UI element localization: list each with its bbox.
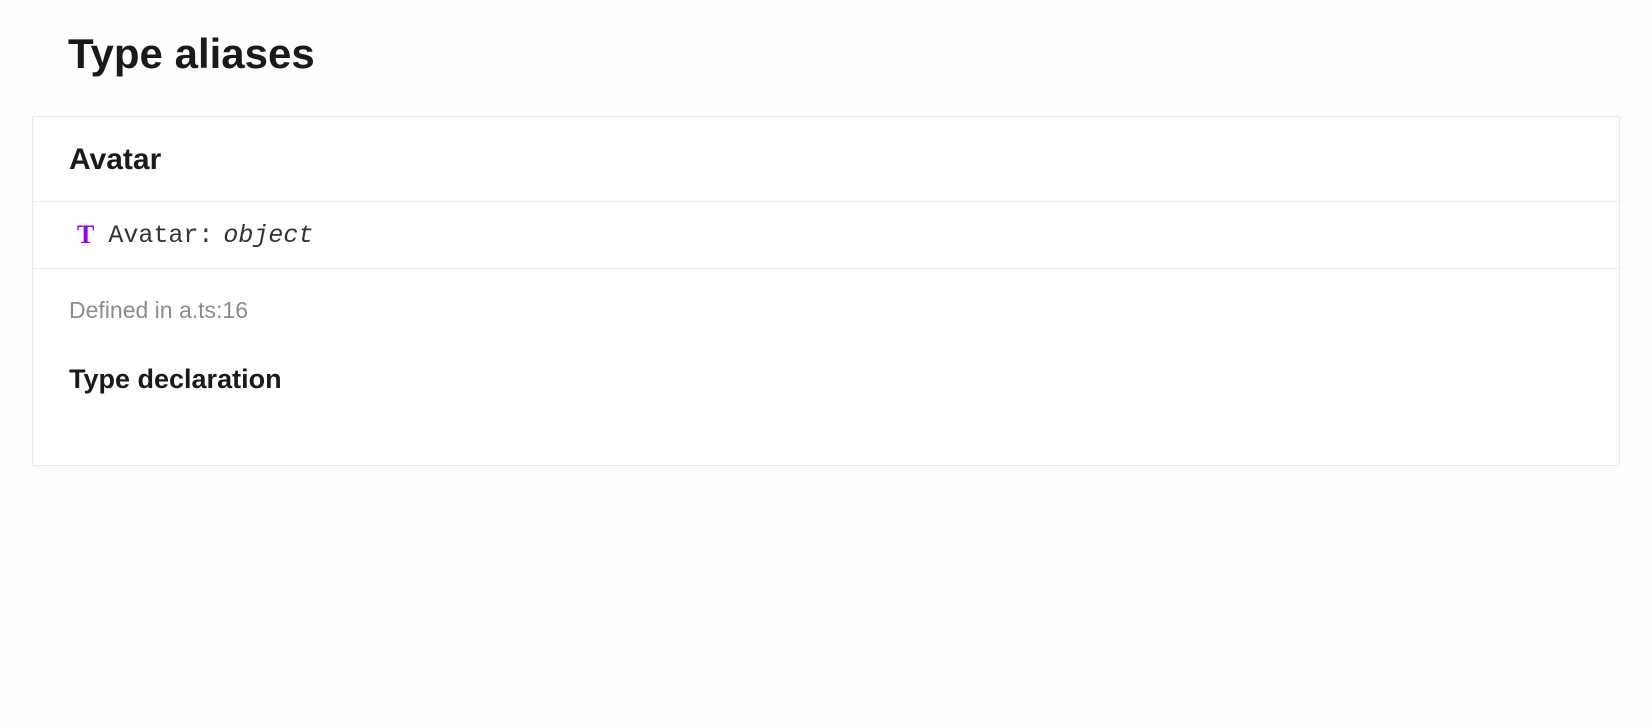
section-title: Type aliases bbox=[68, 30, 1652, 78]
type-declaration-heading: Type declaration bbox=[69, 364, 1583, 395]
panel-header: Avatar bbox=[33, 117, 1619, 202]
type-alias-icon: T bbox=[77, 220, 94, 250]
type-alias-name: Avatar bbox=[69, 143, 1583, 177]
defined-in: Defined in a.ts:16 bbox=[69, 297, 1583, 324]
signature-colon: : bbox=[198, 221, 213, 250]
signature-type: object bbox=[223, 221, 313, 250]
signature-name: Avatar bbox=[108, 221, 198, 250]
type-alias-panel: Avatar T Avatar : object Defined in a.ts… bbox=[32, 116, 1620, 466]
type-signature: T Avatar : object bbox=[33, 202, 1619, 269]
panel-body: Defined in a.ts:16 Type declaration bbox=[33, 269, 1619, 465]
